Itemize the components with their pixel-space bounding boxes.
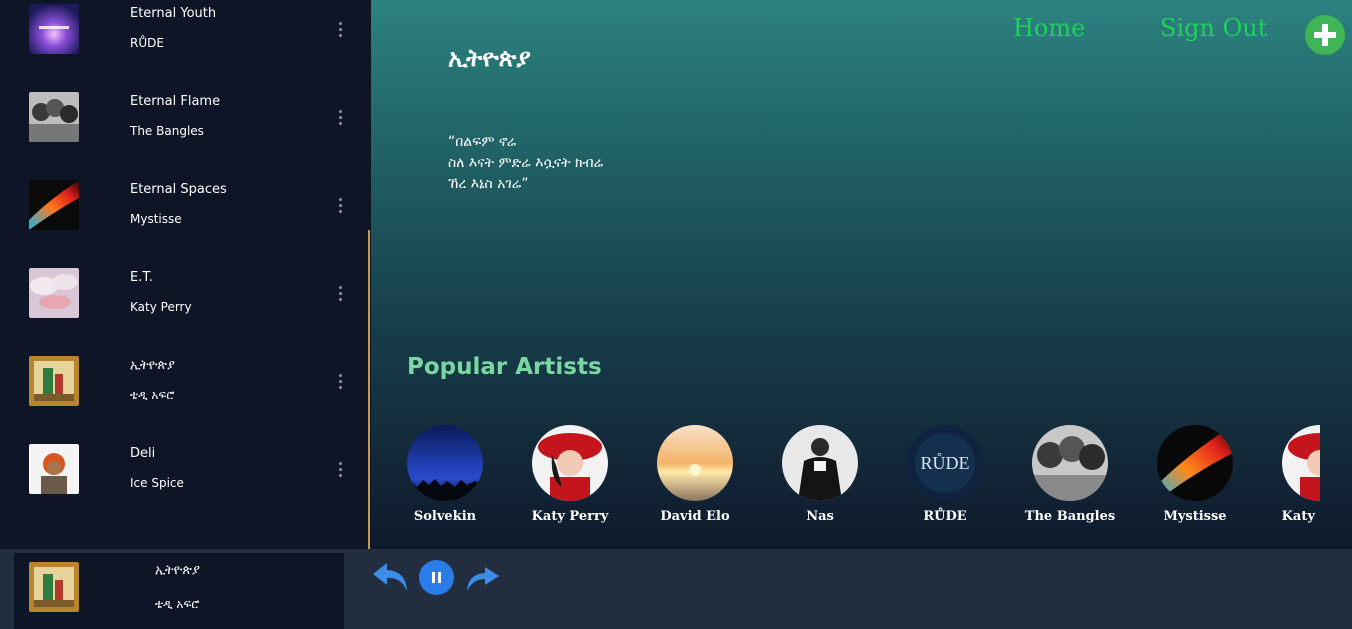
- artist-avatar: [1282, 425, 1320, 501]
- artist-card[interactable]: Katy Perry: [1282, 425, 1320, 524]
- song-artist: Ice Spice: [130, 476, 184, 490]
- song-item[interactable]: Eternal Spaces Mystisse: [0, 176, 368, 264]
- artist-name: Solvekin: [413, 509, 477, 524]
- song-item[interactable]: Eternal Flame The Bangles: [0, 88, 368, 176]
- artist-card[interactable]: The Bangles: [1025, 425, 1115, 524]
- plus-icon[interactable]: [1305, 15, 1345, 55]
- artist-name: RŮDE: [923, 509, 967, 524]
- album-cover: [29, 180, 79, 230]
- song-title: Deli: [130, 446, 156, 461]
- artist-card[interactable]: Katy Perry: [532, 425, 608, 524]
- popular-artists-row: Solvekin Katy Perry David Elo Nas RŮDE R…: [407, 425, 1320, 549]
- artist-name: David Elo: [660, 509, 730, 524]
- artist-name: Mystisse: [1163, 509, 1227, 524]
- song-title: Eternal Flame: [130, 94, 221, 109]
- album-cover: [29, 444, 79, 494]
- artist-avatar: [532, 425, 608, 501]
- artist-card[interactable]: RŮDE RŮDE: [907, 425, 983, 524]
- artist-avatar: [1032, 425, 1108, 501]
- player-bar: ኢትዮጵያ ቴዲ አፍሮ: [0, 549, 1352, 629]
- artist-name: Katy Perry: [531, 509, 609, 524]
- song-item[interactable]: Deli Ice Spice: [0, 440, 368, 528]
- artist-name: Katy Perry: [1281, 509, 1320, 524]
- album-cover: [29, 562, 79, 612]
- album-cover: [29, 268, 79, 318]
- now-playing-artist: ቴዲ አፍሮ: [155, 597, 200, 611]
- more-vert-icon[interactable]: [334, 286, 346, 304]
- artist-card[interactable]: David Elo: [657, 425, 733, 524]
- more-vert-icon[interactable]: [334, 22, 346, 40]
- artist-card[interactable]: Mystisse: [1157, 425, 1233, 524]
- song-artist: The Bangles: [130, 124, 204, 138]
- song-title: Eternal Youth: [130, 6, 217, 21]
- song-item[interactable]: ኢትዮጵያ ቴዲ አፍሮ: [0, 352, 368, 440]
- sign-out-link[interactable]: Sign Out: [1160, 14, 1267, 42]
- artist-avatar: [782, 425, 858, 501]
- song-artist: Katy Perry: [130, 300, 192, 314]
- hero-quote: “በልፍም ኖሬ ስለ እናት ምድሬ እሷናት ክብሬ ኸረ እኔስ አገሬ”: [448, 134, 604, 192]
- more-vert-icon[interactable]: [334, 462, 346, 480]
- album-cover: [29, 4, 79, 54]
- svg-text:RŮDE: RŮDE: [921, 452, 970, 473]
- home-link[interactable]: Home: [1013, 14, 1085, 42]
- more-vert-icon[interactable]: [334, 374, 346, 392]
- hero-title: ኢትዮጵያ: [448, 44, 531, 72]
- song-artist: Mystisse: [130, 212, 182, 226]
- artist-avatar: [1157, 425, 1233, 501]
- artist-card[interactable]: Nas: [782, 425, 858, 524]
- redo-arrow-icon[interactable]: [465, 565, 499, 593]
- album-cover: [29, 92, 79, 142]
- main-content: Home Sign Out ኢትዮጵያ “በልፍም ኖሬ ስለ እናት ምድሬ …: [371, 0, 1352, 549]
- artist-avatar: [657, 425, 733, 501]
- artist-avatar: RŮDE: [907, 425, 983, 501]
- more-vert-icon[interactable]: [334, 198, 346, 216]
- artist-name: The Bangles: [1024, 509, 1116, 524]
- song-list-sidebar: Eternal Youth RŮDE Eternal Flame The Ban…: [0, 0, 371, 549]
- more-vert-icon[interactable]: [334, 110, 346, 128]
- now-playing-title: ኢትዮጵያ: [155, 563, 200, 578]
- artist-card[interactable]: Solvekin: [407, 425, 483, 524]
- song-title: Eternal Spaces: [130, 182, 227, 197]
- song-item[interactable]: E.T. Katy Perry: [0, 264, 368, 352]
- song-artist: RŮDE: [130, 36, 164, 50]
- artist-name: Nas: [806, 509, 834, 524]
- pause-icon[interactable]: [419, 560, 454, 595]
- album-cover: [29, 356, 79, 406]
- popular-artists-heading: Popular Artists: [407, 354, 602, 380]
- now-playing[interactable]: ኢትዮጵያ ቴዲ አፍሮ: [14, 553, 344, 629]
- sidebar-scrollbar[interactable]: [368, 230, 370, 549]
- song-artist: ቴዲ አፍሮ: [130, 388, 175, 402]
- song-item[interactable]: Eternal Youth RŮDE: [0, 0, 368, 88]
- undo-arrow-icon[interactable]: [373, 561, 410, 595]
- song-title: ኢትዮጵያ: [130, 358, 175, 373]
- song-title: E.T.: [130, 270, 153, 285]
- artist-avatar: [407, 425, 483, 501]
